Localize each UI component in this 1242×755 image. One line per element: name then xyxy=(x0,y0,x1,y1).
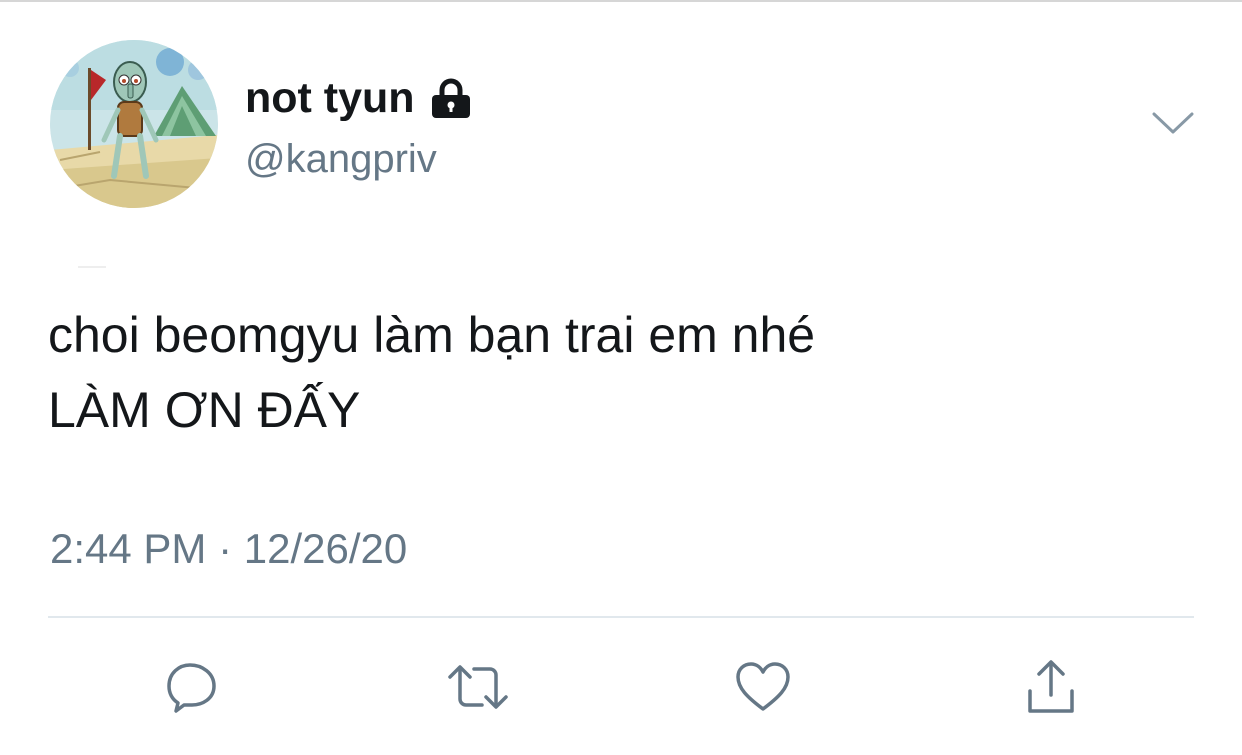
retweet-button[interactable] xyxy=(443,652,513,722)
like-button[interactable] xyxy=(728,652,798,722)
heart-icon xyxy=(736,662,790,711)
tweet-text-line: choi beomgyu làm bạn trai em nhé xyxy=(48,307,816,363)
avatar[interactable] xyxy=(50,40,218,208)
share-upload-icon xyxy=(1028,660,1074,713)
display-name[interactable]: not tyun xyxy=(245,72,415,124)
lock-icon xyxy=(429,78,473,120)
reply-button[interactable] xyxy=(157,652,227,722)
reply-bubble-icon xyxy=(167,663,216,713)
tweet-text-line: LÀM ƠN ĐẤY xyxy=(48,382,361,438)
divider xyxy=(48,616,1194,618)
user-header: not tyun xyxy=(245,72,473,124)
retweet-icon xyxy=(448,665,508,709)
divider-speck xyxy=(78,266,106,268)
chevron-down-icon[interactable] xyxy=(1150,108,1196,138)
tweet-timestamp[interactable]: 2:44 PM · 12/26/20 xyxy=(50,522,407,576)
tweet-text: choi beomgyu làm bạn trai em nhé LÀM ƠN … xyxy=(48,298,1198,448)
user-handle[interactable]: @kangpriv xyxy=(245,133,437,185)
top-border xyxy=(0,0,1242,2)
share-button[interactable] xyxy=(1016,652,1086,722)
